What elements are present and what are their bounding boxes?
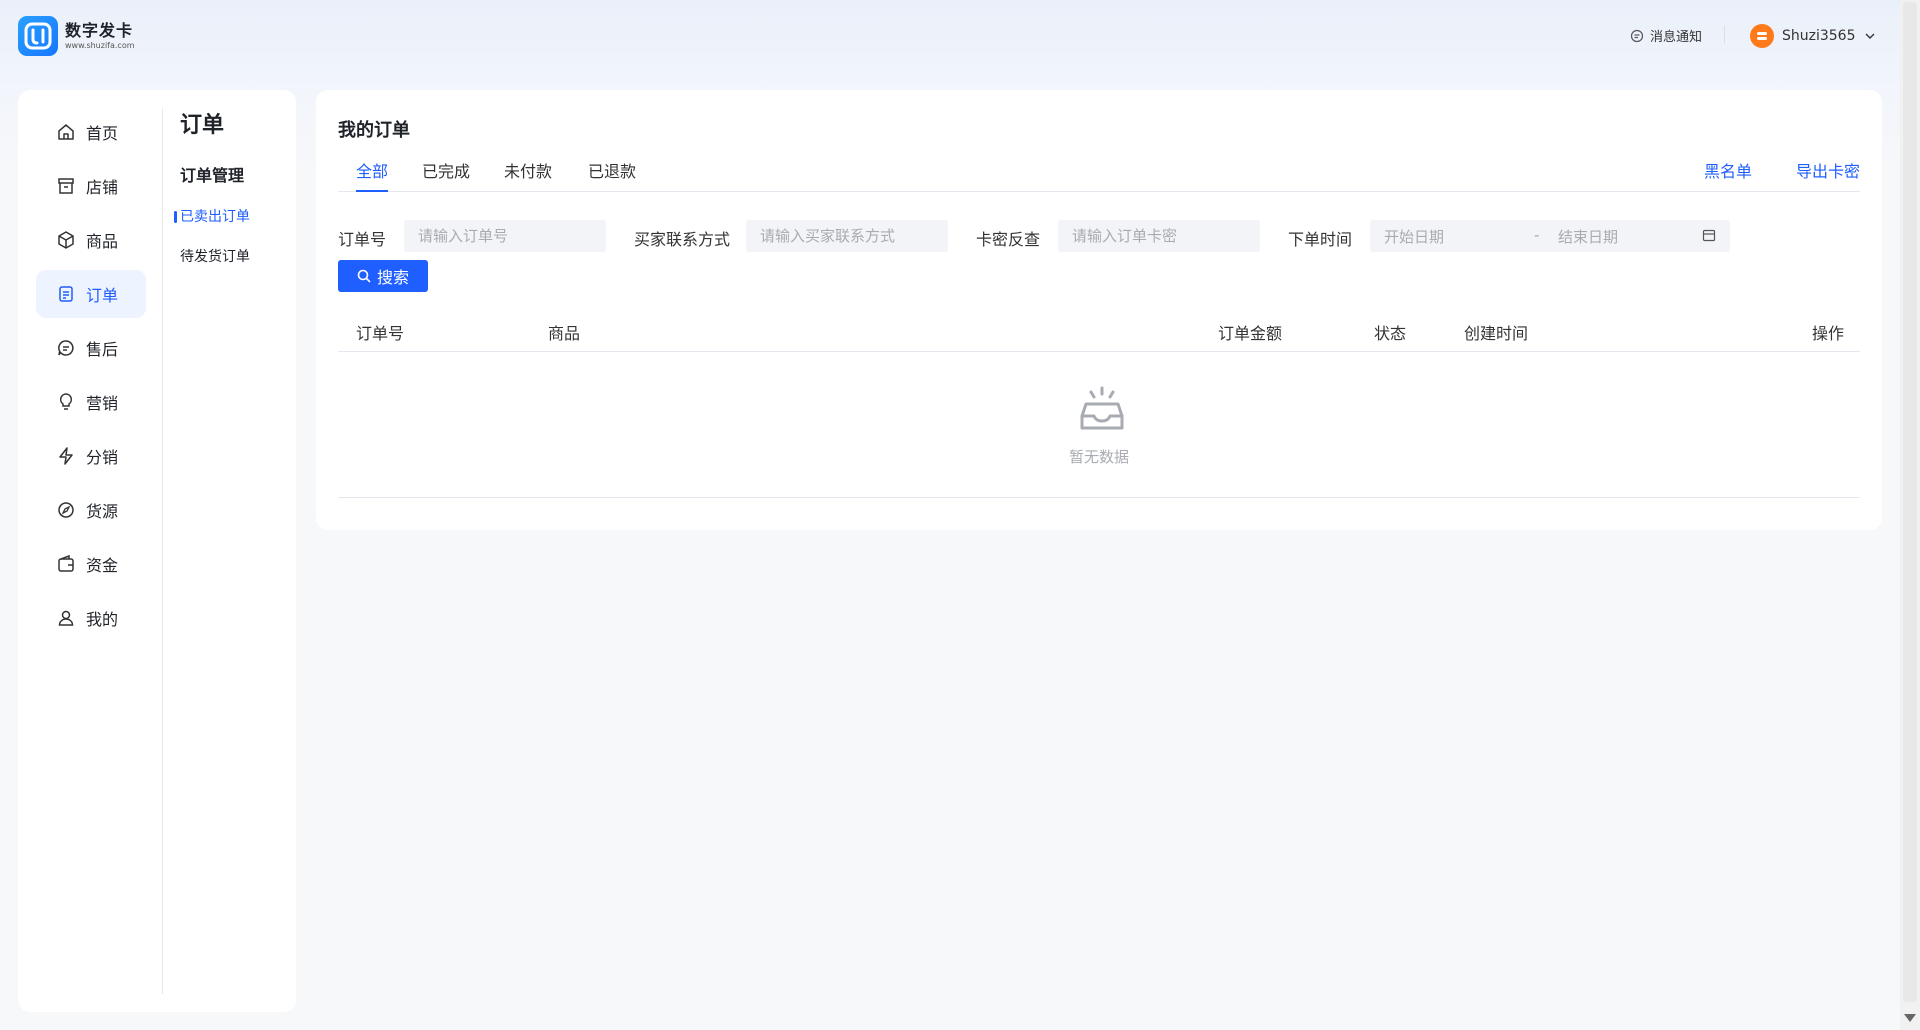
- empty-inbox-icon: [1080, 386, 1124, 430]
- column-order-no: 订单号: [356, 324, 405, 343]
- nav-item-orders[interactable]: 订单: [36, 270, 146, 318]
- app-root: 数字发卡 www.shuzifa.com 消息通知 Shuzi3565 首页 店…: [0, 0, 1920, 1030]
- order-no-label: 订单号: [338, 230, 387, 249]
- nav-item-marketing[interactable]: 营销: [36, 378, 146, 426]
- chevron-down-icon: [1865, 33, 1874, 39]
- secondary-nav: 订单 订单管理 已卖出订单 待发货订单: [174, 110, 290, 268]
- nav-item-store[interactable]: 店铺: [36, 162, 146, 210]
- nav-label: 订单: [86, 286, 119, 305]
- store-icon: [58, 178, 74, 194]
- compass-icon: [58, 502, 74, 518]
- card-lookup-input[interactable]: [1058, 220, 1260, 252]
- filter-bar: 订单号 买家联系方式 卡密反查 下单时间 开始日期 - 结束日期: [338, 220, 1860, 252]
- search-icon: [357, 269, 371, 283]
- search-button-label: 搜索: [376, 270, 409, 287]
- logo-mark-icon: [18, 16, 58, 56]
- order-doc-icon: [59, 286, 73, 302]
- bulb-icon: [59, 393, 73, 410]
- nav-divider: [162, 108, 163, 994]
- nav-label: 营销: [86, 394, 119, 413]
- tab-all[interactable]: 全部: [356, 158, 389, 192]
- blacklist-link[interactable]: 黑名单: [1704, 158, 1752, 182]
- brand-name: 数字发卡: [65, 21, 134, 40]
- subnav-item-pending-shipment[interactable]: 待发货订单: [180, 246, 290, 268]
- wallet-icon: [58, 554, 74, 572]
- nav-label: 商品: [86, 232, 119, 251]
- column-created-time: 创建时间: [1464, 324, 1529, 343]
- username: Shuzi3565: [1782, 28, 1856, 44]
- end-date-field[interactable]: 结束日期: [1558, 226, 1618, 247]
- user-icon: [58, 610, 74, 626]
- column-amount: 订单金额: [1218, 324, 1283, 343]
- nav-label: 我的: [86, 610, 119, 629]
- export-card-link[interactable]: 导出卡密: [1796, 158, 1860, 182]
- buyer-contact-label: 买家联系方式: [634, 230, 731, 249]
- date-separator: -: [1534, 226, 1540, 244]
- nav-item-distribution[interactable]: 分销: [36, 432, 146, 480]
- calendar-icon: [1702, 229, 1716, 242]
- empty-state: 暂无数据: [338, 352, 1860, 498]
- start-date-field[interactable]: 开始日期: [1384, 226, 1444, 247]
- subnav-group-title: 订单管理: [180, 166, 245, 185]
- column-status: 状态: [1374, 324, 1407, 343]
- nav-item-products[interactable]: 商品: [36, 216, 146, 264]
- sidebar: 首页 店铺 商品 订单 售后 营销 分销 货源 资金 我的 订单 订单管理 已卖…: [18, 90, 296, 1012]
- primary-nav: 首页 店铺 商品 订单 售后 营销 分销 货源 资金 我的: [36, 108, 146, 648]
- bolt-icon: [59, 447, 73, 465]
- nav-item-mine[interactable]: 我的: [36, 594, 146, 642]
- order-time-label: 下单时间: [1288, 230, 1353, 249]
- card-lookup-label: 卡密反查: [976, 230, 1041, 249]
- buyer-contact-input[interactable]: [746, 220, 948, 252]
- nav-item-supply[interactable]: 货源: [36, 486, 146, 534]
- nav-label: 资金: [86, 556, 119, 575]
- nav-item-home[interactable]: 首页: [36, 108, 146, 156]
- nav-label: 店铺: [86, 178, 119, 197]
- message-icon: [1630, 29, 1644, 42]
- chat-icon: [58, 340, 74, 356]
- search-button[interactable]: 搜索: [338, 260, 428, 292]
- scroll-down-arrow-icon[interactable]: [1904, 1014, 1916, 1022]
- scrollbar[interactable]: [1900, 0, 1920, 1030]
- nav-item-aftersales[interactable]: 售后: [36, 324, 146, 372]
- order-no-input[interactable]: [404, 220, 606, 252]
- nav-label: 售后: [86, 340, 119, 359]
- orders-table-header: 订单号 商品 订单金额 状态 创建时间 操作: [338, 314, 1860, 352]
- empty-text: 暂无数据: [1068, 448, 1129, 466]
- date-range-picker[interactable]: 开始日期 - 结束日期: [1370, 220, 1730, 252]
- column-product: 商品: [548, 324, 581, 343]
- header-divider: [1724, 26, 1725, 44]
- brand-logo[interactable]: 数字发卡 www.shuzifa.com: [18, 16, 135, 56]
- home-icon: [58, 124, 74, 140]
- user-menu[interactable]: Shuzi3565: [1750, 24, 1876, 48]
- nav-item-funds[interactable]: 资金: [36, 540, 146, 588]
- scrollbar-thumb[interactable]: [1903, 2, 1917, 1002]
- subnav-item-sold-orders[interactable]: 已卖出订单: [174, 206, 290, 228]
- avatar: [1750, 24, 1774, 48]
- notification-label: 消息通知: [1650, 30, 1703, 45]
- tab-unpaid[interactable]: 未付款: [504, 158, 552, 192]
- page-title: 我的订单: [338, 120, 410, 141]
- notification-button[interactable]: 消息通知: [1630, 26, 1702, 45]
- nav-label: 首页: [86, 124, 119, 143]
- nav-label: 分销: [86, 448, 119, 467]
- nav-label: 货源: [86, 502, 119, 521]
- subnav-title: 订单: [180, 113, 225, 138]
- column-actions: 操作: [1812, 324, 1845, 343]
- order-tabs: 全部 已完成 未付款 已退款 黑名单 导出卡密: [338, 150, 1860, 192]
- main-panel: 我的订单 全部 已完成 未付款 已退款 黑名单 导出卡密 订单号 买家联系方式 …: [316, 90, 1882, 530]
- tab-completed[interactable]: 已完成: [422, 158, 470, 192]
- brand-url: www.shuzifa.com: [65, 41, 135, 50]
- tab-refunded[interactable]: 已退款: [588, 158, 636, 192]
- top-bar: 数字发卡 www.shuzifa.com 消息通知 Shuzi3565: [0, 0, 1900, 90]
- box-icon: [58, 231, 74, 249]
